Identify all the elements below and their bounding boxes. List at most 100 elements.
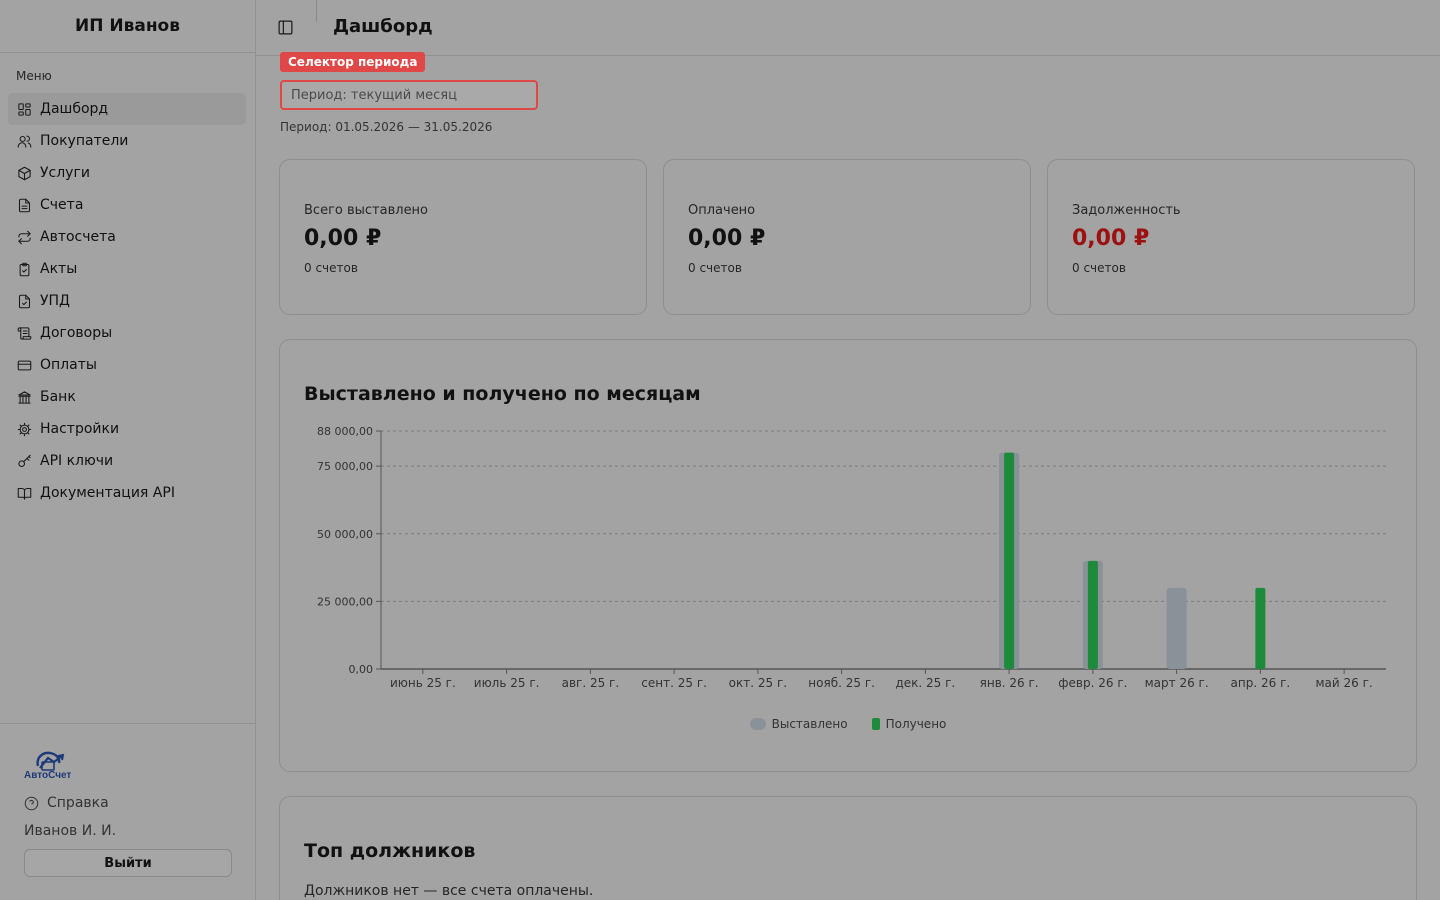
sidebar-item-settings[interactable]: Настройки <box>8 413 246 445</box>
top-debtors-card: Топ должников Должников нет — все счета … <box>279 796 1417 900</box>
stat-value: 0,00 ₽ <box>304 226 382 251</box>
y-tick-label: 50 000,00 <box>317 528 373 541</box>
period-range-text: Период: 01.05.2026 — 31.05.2026 <box>280 120 493 134</box>
help-label: Справка <box>47 795 109 811</box>
sidebar: ИП Иванов Меню Дашборд Покупатели Услуги… <box>0 0 256 900</box>
user-name: Иванов И. И. <box>24 823 117 839</box>
chart-card: Выставлено и получено по месяцам 0,00 25 … <box>279 339 1417 772</box>
key-icon <box>16 453 32 469</box>
sidebar-item-contracts[interactable]: Договоры <box>8 317 246 349</box>
y-tick-label: 25 000,00 <box>317 595 373 608</box>
x-tick-label: апр. 26 г. <box>1231 676 1291 690</box>
sidebar-item-label: Банк <box>40 389 76 405</box>
sidebar-item-bank[interactable]: Банк <box>8 381 246 413</box>
sidebar-item-auto-invoices[interactable]: Автосчета <box>8 221 246 253</box>
y-tick-label: 75 000,00 <box>317 460 373 473</box>
brand-title: ИП Иванов <box>0 0 255 53</box>
topbar-divider <box>316 0 317 22</box>
x-tick-label: июль 25 г. <box>474 676 540 690</box>
sidebar-item-acts[interactable]: Акты <box>8 253 246 285</box>
x-tick-label: март 26 г. <box>1145 676 1209 690</box>
legend-item-issued[interactable]: Выставлено <box>749 717 848 731</box>
users-icon <box>16 133 32 149</box>
x-tick-label: дек. 25 г. <box>895 676 955 690</box>
sidebar-item-invoices[interactable]: Счета <box>8 189 246 221</box>
sidebar-item-label: Документация API <box>40 485 175 501</box>
sidebar-item-upd[interactable]: УПД <box>8 285 246 317</box>
legend-swatch-received <box>871 718 880 730</box>
help-link[interactable]: Справка <box>24 795 109 811</box>
x-tick-label: февр. 26 г. <box>1058 676 1127 690</box>
bank-icon <box>16 389 32 405</box>
document-icon <box>16 197 32 213</box>
stat-card-paid: Оплачено 0,00 ₽ 0 счетов <box>663 159 1031 315</box>
menu-label: Меню <box>16 69 52 83</box>
stat-count: 0 счетов <box>304 261 358 275</box>
x-tick-label: авг. 25 г. <box>562 676 620 690</box>
panel-left-icon <box>278 20 293 35</box>
x-tick-label: май 26 г. <box>1316 676 1373 690</box>
sidebar-nav: Дашборд Покупатели Услуги Счета Автосчет… <box>8 93 246 509</box>
sidebar-item-dashboard[interactable]: Дашборд <box>8 93 246 125</box>
sidebar-item-label: УПД <box>40 293 70 309</box>
y-tick-label: 0,00 <box>349 663 374 676</box>
sidebar-item-label: Оплаты <box>40 357 97 373</box>
legend-label: Выставлено <box>771 717 848 731</box>
sidebar-item-api-keys[interactable]: API ключи <box>8 445 246 477</box>
top-debtors-title: Топ должников <box>304 840 476 862</box>
period-selector-input[interactable] <box>280 80 538 110</box>
sidebar-item-payments[interactable]: Оплаты <box>8 349 246 381</box>
stat-label: Всего выставлено <box>304 203 429 218</box>
stat-label: Оплачено <box>688 203 756 218</box>
sidebar-item-customers[interactable]: Покупатели <box>8 125 246 157</box>
logo-text: АвтоСчет <box>24 770 72 781</box>
sidebar-item-services[interactable]: Услуги <box>8 157 246 189</box>
bar-received <box>1255 587 1266 669</box>
sidebar-item-label: Услуги <box>40 165 90 181</box>
stat-label: Задолженность <box>1072 203 1181 218</box>
bar-chart: 0,00 25 000,00 50 000,00 75 000,00 88 000,00… <box>317 425 1386 690</box>
sidebar-toggle-button[interactable] <box>277 19 295 37</box>
period-selector-tag: Селектор периода <box>280 52 426 72</box>
legend-item-received[interactable]: Получено <box>871 717 947 731</box>
clipboard-check-icon <box>16 261 32 277</box>
stat-value: 0,00 ₽ <box>1072 226 1150 251</box>
x-tick-label: янв. 26 г. <box>980 676 1039 690</box>
file-check-icon <box>16 293 32 309</box>
package-icon <box>16 165 32 181</box>
x-tick-label: июнь 25 г. <box>390 676 456 690</box>
stat-card-debt: Задолженность 0,00 ₽ 0 счетов <box>1047 159 1415 315</box>
help-icon <box>24 796 39 810</box>
sidebar-item-label: Счета <box>40 197 84 213</box>
sidebar-item-api-docs[interactable]: Документация API <box>8 477 246 509</box>
gear-icon <box>16 421 32 437</box>
legend-swatch-issued <box>749 718 766 730</box>
page-title: Дашборд <box>333 16 433 37</box>
sidebar-item-label: Автосчета <box>40 229 116 245</box>
dashboard-icon <box>16 101 32 117</box>
sidebar-item-label: Акты <box>40 261 78 277</box>
sidebar-item-label: API ключи <box>40 453 114 469</box>
legend-label: Получено <box>885 717 947 731</box>
x-tick-label: нояб. 25 г. <box>808 676 875 690</box>
bar-received <box>1087 560 1098 669</box>
scroll-icon <box>16 325 32 341</box>
x-tick-label: сент. 25 г. <box>641 676 707 690</box>
sidebar-item-label: Договоры <box>40 325 113 341</box>
stat-count: 0 счетов <box>688 261 742 275</box>
chart-legend: Выставлено Получено <box>280 717 1416 731</box>
x-tick-label: окт. 25 г. <box>729 676 787 690</box>
logout-button[interactable]: Выйти <box>24 849 232 877</box>
bar-received <box>1004 452 1015 669</box>
sidebar-item-label: Покупатели <box>40 133 129 149</box>
repeat-icon <box>16 229 32 245</box>
credit-card-icon <box>16 357 32 373</box>
y-tick-label: 88 000,00 <box>317 425 373 438</box>
sidebar-item-label: Настройки <box>40 421 120 437</box>
sidebar-footer: АвтоСчет Справка Иванов И. И. Выйти <box>0 723 255 900</box>
top-debtors-empty-text: Должников нет — все счета оплачены. <box>304 883 594 899</box>
topbar: Дашборд <box>256 0 1440 56</box>
stat-card-total: Всего выставлено 0,00 ₽ 0 счетов <box>279 159 647 315</box>
book-icon <box>16 485 32 501</box>
sidebar-item-label: Дашборд <box>40 101 109 117</box>
